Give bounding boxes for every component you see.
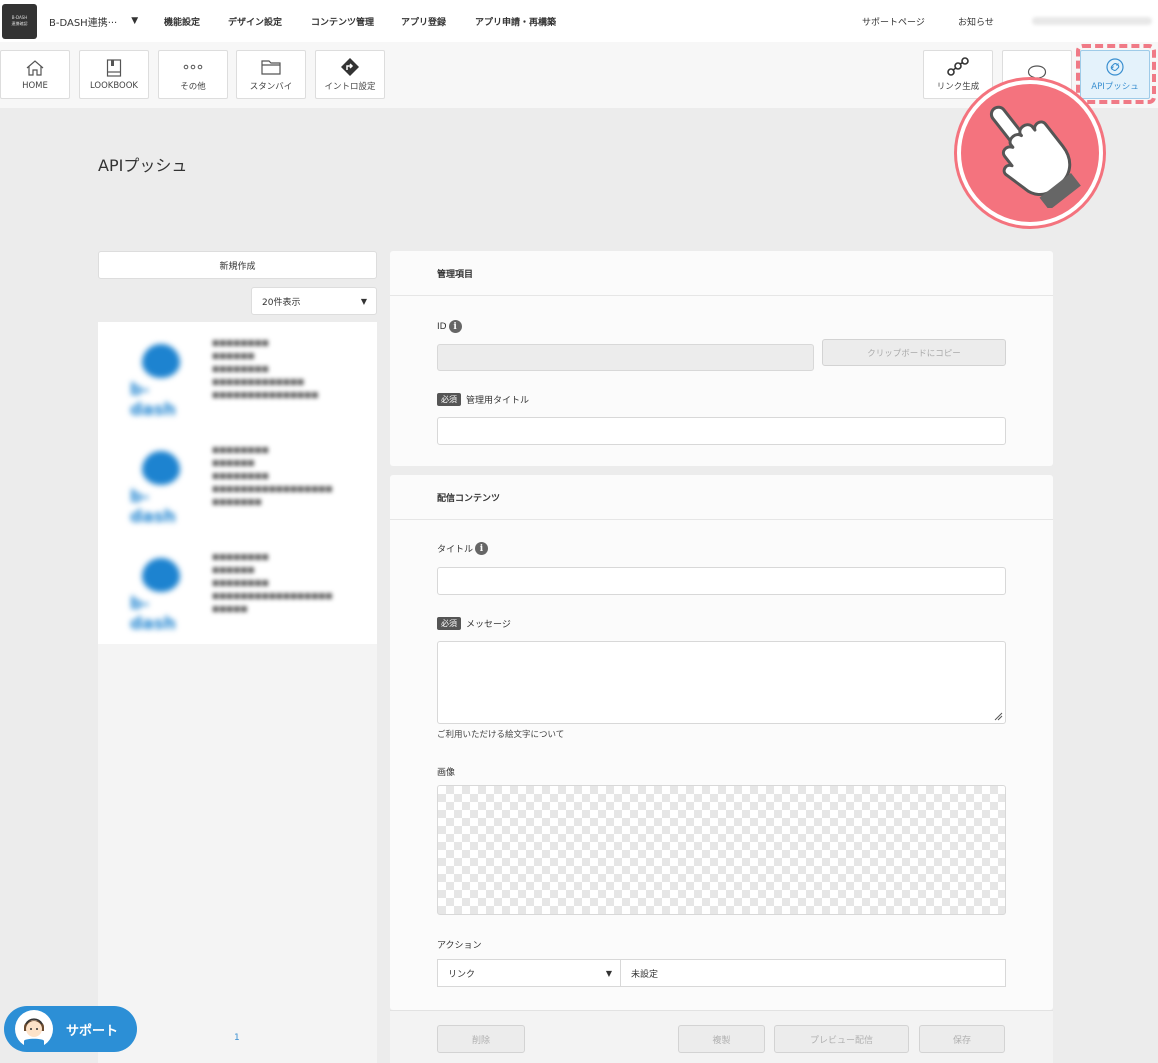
message-label-row: 必須 メッセージ [437,617,511,630]
resize-handle-icon[interactable] [994,712,1003,721]
toolbar-home-button[interactable]: HOME [0,50,70,99]
toolbar-other-button[interactable]: その他 [158,50,228,99]
dots-icon [182,57,204,77]
book-icon [103,58,125,78]
pagination-page-1[interactable]: 1 [234,1033,240,1043]
toolbar-standby-label: スタンバイ [249,82,293,92]
id-field [437,344,814,371]
toolbar-link-generate-label: リンク生成 [936,82,980,92]
info-icon[interactable]: i [475,542,489,555]
nav-support-page[interactable]: サポートページ [862,15,925,28]
nav-content-management[interactable]: コンテンツ管理 [311,15,374,28]
app-name[interactable]: B-DASH連携··· [49,14,117,29]
id-label: ID [437,321,447,332]
diamond-arrow-icon [339,57,361,77]
action-type-value: リンク [448,969,476,980]
toolbar-standby-button[interactable]: スタンバイ [236,50,306,99]
folder-icon [260,57,282,77]
b-dash-logo-thumbnail: b-dash [128,342,194,420]
management-heading: 管理項目 [390,251,1053,296]
action-value-field[interactable]: 未設定 [620,959,1006,987]
toolbar-intro-settings-label: イントロ設定 [324,82,376,92]
required-badge: 必須 [437,393,461,406]
action-label: アクション [437,941,482,951]
preview-send-button[interactable]: プレビュー配信 [774,1025,909,1053]
new-create-button[interactable]: 新規作成 [98,251,377,279]
chevron-down-icon: ▼ [360,297,367,306]
action-type-select[interactable]: リンク ▼ [437,959,621,987]
per-page-select[interactable]: 20件表示 ▼ [251,287,377,315]
chevron-down-icon: ▼ [605,969,612,978]
list-item[interactable]: b-dash ■■■■■■■■ ■■■■■■ ■■■■■■■■ ■■■■■■■■■■■… [98,322,377,429]
nav-app-application[interactable]: アプリ申請・再構築 [475,15,556,28]
copy-to-clipboard-button[interactable]: クリップボードにコピー [822,339,1006,366]
nav-function-settings[interactable]: 機能設定 [164,15,200,28]
support-chat-button[interactable]: サポート [4,1006,137,1052]
page-title: APIプッシュ [98,156,188,175]
message-label: メッセージ [466,620,511,630]
app-logo-text-2: 連携確認 [11,21,28,26]
toolbar-intro-settings-button[interactable]: イントロ設定 [315,50,385,99]
info-icon[interactable]: i [448,320,462,333]
admin-title-input[interactable] [437,417,1006,445]
toolbar-link-generate-button[interactable]: リンク生成 [923,50,993,99]
app-logo[interactable]: B-DASH 連携確認 [2,3,37,39]
toolbar-home-label: HOME [22,81,48,91]
nav-app-registration[interactable]: アプリ登録 [401,15,446,28]
link-chain-icon [947,57,969,77]
content-heading: 配信コンテンツ [390,475,1053,520]
push-title-label-row: タイトル i [437,542,489,555]
nav-news[interactable]: お知らせ [958,15,994,28]
duplicate-button[interactable]: 複製 [678,1025,765,1053]
list-item-details-blurred: ■■■■■■■■■■■■■■■■■■■■■■■■■■■■■■■■■■■■■■■■… [212,552,333,613]
id-label-row: ID i [437,320,462,333]
push-title-label: タイトル [437,545,474,555]
push-title-input[interactable] [437,567,1006,595]
image-label: 画像 [437,768,456,778]
support-label: サポート [66,1023,119,1039]
list-item[interactable]: b-dash ■■■■■■■■ ■■■■■■ ■■■■■■■■ ■■■■■■■■■■■… [98,429,377,536]
admin-title-label-row: 必須 管理用タイトル [437,393,529,406]
admin-title-label: 管理用タイトル [466,396,530,406]
home-icon [24,58,46,78]
nav-design-settings[interactable]: デザイン設定 [228,15,282,28]
list-item-details-blurred: ■■■■■■■■■■■■■■■■■■■■■■■■■■■■■■■■■■■■■■■■… [212,338,319,399]
message-textarea[interactable] [437,641,1006,724]
b-dash-logo-thumbnail: b-dash [128,449,194,527]
required-badge: 必須 [437,617,461,630]
emoji-note-link[interactable]: ご利用いただける絵文字について [437,728,564,740]
app-switcher-caret-icon[interactable]: ▼ [131,16,138,26]
list-item-details-blurred: ■■■■■■■■■■■■■■■■■■■■■■■■■■■■■■■■■■■■■■■■… [212,445,333,506]
user-account-menu[interactable] [1032,17,1152,25]
pointing-hand-icon [957,80,1103,226]
support-avatar-icon [14,1009,54,1049]
toolbar-lookbook-label: LOOKBOOK [89,81,139,91]
b-dash-logo-thumbnail: b-dash [128,556,194,634]
per-page-value: 20件表示 [262,297,301,308]
toolbar-lookbook-button[interactable]: LOOKBOOK [79,50,149,99]
management-panel: 管理項目 ID i クリップボードにコピー 必須 管理用タイトル [390,251,1053,466]
api-push-highlight-frame [1076,44,1156,104]
delete-button[interactable]: 削除 [437,1025,525,1053]
push-list: b-dash ■■■■■■■■ ■■■■■■ ■■■■■■■■ ■■■■■■■■■■■… [98,322,377,644]
content-panel: 配信コンテンツ タイトル i 必須 メッセージ ご利用いただける絵文字について … [390,475,1053,1010]
toolbar-other-label: その他 [180,82,206,92]
action-value: 未設定 [631,969,659,980]
save-button[interactable]: 保存 [919,1025,1005,1053]
list-item[interactable]: b-dash ■■■■■■■■ ■■■■■■ ■■■■■■■■ ■■■■■■■■■■■… [98,536,377,643]
image-dropzone[interactable] [437,785,1006,915]
